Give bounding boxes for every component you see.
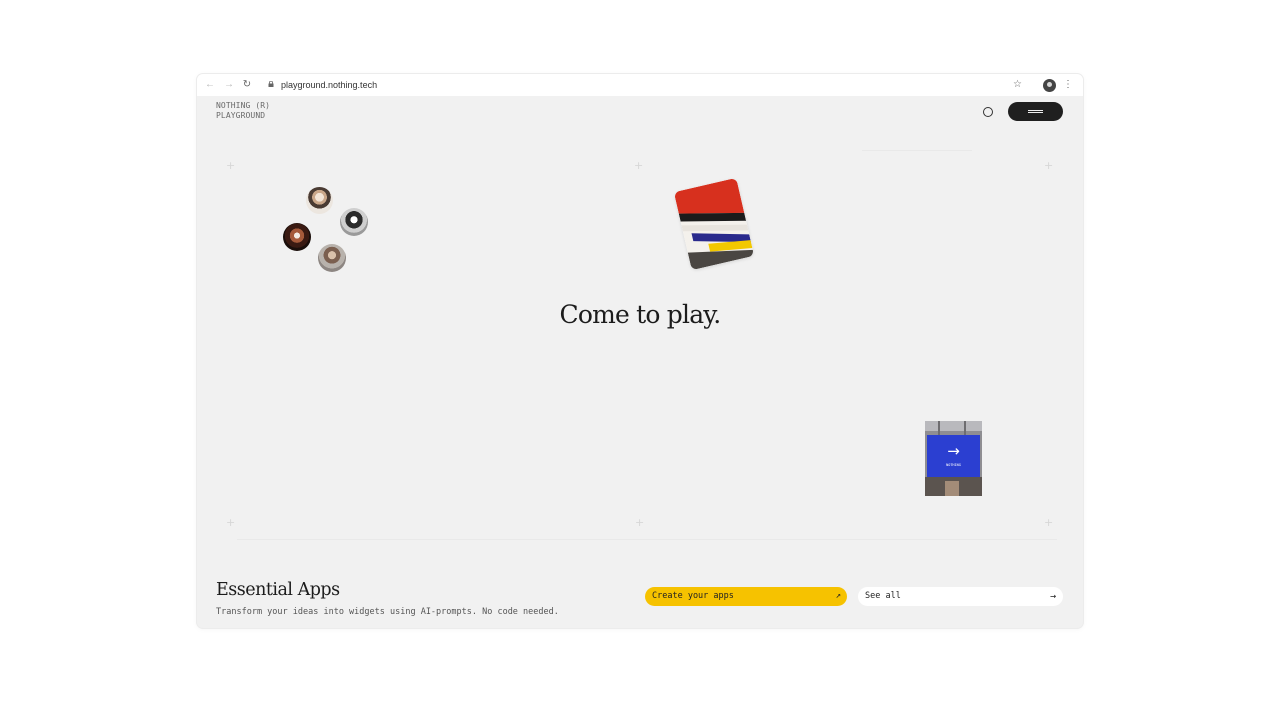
- back-icon[interactable]: ←: [203, 78, 217, 92]
- see-all-button[interactable]: See all →: [858, 587, 1063, 606]
- bookmark-star-icon[interactable]: ☆: [1013, 78, 1022, 92]
- arrow-right-icon: →: [1049, 591, 1056, 602]
- browser-window: ← → ↻ playground.nothing.tech ☆ ⋮ NOTHIN…: [197, 74, 1083, 628]
- hero-title: Come to play.: [559, 300, 722, 329]
- address-bar[interactable]: playground.nothing.tech: [281, 78, 377, 92]
- lock-icon: [268, 81, 274, 87]
- site-logo[interactable]: NOTHING (R) PLAYGROUND: [216, 101, 270, 120]
- logo-line-1: NOTHING (R): [216, 101, 271, 110]
- reload-icon[interactable]: ↻: [240, 78, 254, 92]
- user-avatar[interactable]: [340, 208, 368, 236]
- arrow-right-icon: →: [947, 442, 960, 460]
- hamburger-line: [1028, 112, 1043, 113]
- create-apps-label: Create your apps: [652, 591, 734, 601]
- sign-caption: NOTHING: [946, 463, 961, 467]
- hamburger-line: [1028, 110, 1043, 111]
- browser-menu-icon[interactable]: ⋮: [1063, 78, 1073, 92]
- divider: [862, 150, 972, 151]
- create-your-apps-button[interactable]: Create your apps ↗: [645, 587, 847, 606]
- grid-cross-icon: +: [1044, 516, 1054, 529]
- user-avatar[interactable]: [306, 187, 333, 214]
- featured-app-card-blue[interactable]: → NOTHING: [925, 421, 982, 496]
- arrow-up-right-icon: ↗: [835, 591, 841, 601]
- grid-cross-icon: +: [1044, 159, 1054, 172]
- see-all-label: See all: [865, 591, 901, 601]
- grid-cross-icon: +: [226, 516, 236, 529]
- section-title: Essential Apps: [216, 580, 340, 600]
- user-avatar[interactable]: [318, 244, 346, 272]
- grid-cross-icon: +: [226, 159, 236, 172]
- theme-toggle-icon[interactable]: [983, 107, 993, 117]
- browser-toolbar: ← → ↻ playground.nothing.tech ☆ ⋮: [197, 74, 1083, 96]
- user-avatar[interactable]: [283, 223, 311, 251]
- grid-cross-icon: +: [635, 516, 645, 529]
- grid-cross-icon: +: [634, 159, 644, 172]
- menu-button[interactable]: [1008, 102, 1063, 121]
- featured-app-card-red[interactable]: [673, 177, 755, 271]
- section-subtitle: Transform your ideas into widgets using …: [216, 607, 559, 617]
- profile-avatar[interactable]: [1043, 79, 1056, 92]
- divider: [237, 539, 1057, 540]
- logo-line-2: PLAYGROUND: [216, 110, 266, 120]
- abstract-artwork-icon: [673, 177, 755, 271]
- forward-icon[interactable]: →: [222, 78, 236, 92]
